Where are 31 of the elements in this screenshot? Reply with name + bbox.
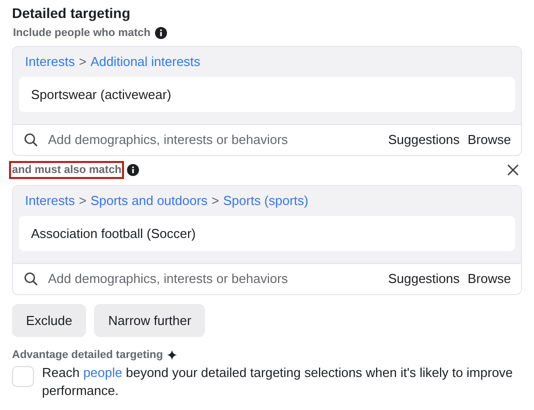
search-icon <box>24 272 38 286</box>
breadcrumb-link[interactable]: Interests <box>25 192 75 210</box>
search-action-link[interactable]: Suggestions <box>388 269 460 289</box>
search-action-link[interactable]: Browse <box>468 130 511 150</box>
sparkle-icon <box>166 350 177 360</box>
breadcrumb-link[interactable]: Sports (sports) <box>223 192 308 210</box>
breadcrumb-link[interactable]: Interests <box>25 53 75 71</box>
search-action-link[interactable]: Suggestions <box>388 130 460 150</box>
group-label: and must also match <box>9 161 124 179</box>
section-title: Detailed targeting <box>12 4 132 22</box>
info-icon <box>154 27 167 39</box>
search-icon <box>24 133 38 147</box>
action-button[interactable]: Exclude <box>12 304 86 337</box>
people-link[interactable]: people <box>83 365 122 380</box>
checkbox[interactable] <box>12 366 34 387</box>
breadcrumb-link[interactable]: Additional interests <box>90 53 200 71</box>
advantage-label: Advantage detailed targeting <box>12 348 163 362</box>
info-icon <box>127 164 140 176</box>
breadcrumb-separator: > <box>78 53 86 71</box>
description-text: Reach people beyond your detailed targeting selections when it's likely to improve performance. <box>42 364 514 400</box>
breadcrumb-separator: > <box>78 192 86 210</box>
search-action-link[interactable]: Browse <box>468 269 511 289</box>
search-field[interactable]: Add demographics, interests or behaviors <box>48 269 388 289</box>
close-button[interactable] <box>506 163 520 177</box>
breadcrumb-link[interactable]: Sports and outdoors <box>90 192 208 210</box>
selected-interest: Association football (Soccer) <box>19 216 515 251</box>
search-field[interactable]: Add demographics, interests or behaviors <box>48 130 388 150</box>
group-label: Include people who match <box>12 26 152 40</box>
action-button[interactable]: Narrow further <box>94 304 206 337</box>
breadcrumb-separator: > <box>212 192 220 210</box>
selected-interest: Sportswear (activewear) <box>19 77 515 112</box>
